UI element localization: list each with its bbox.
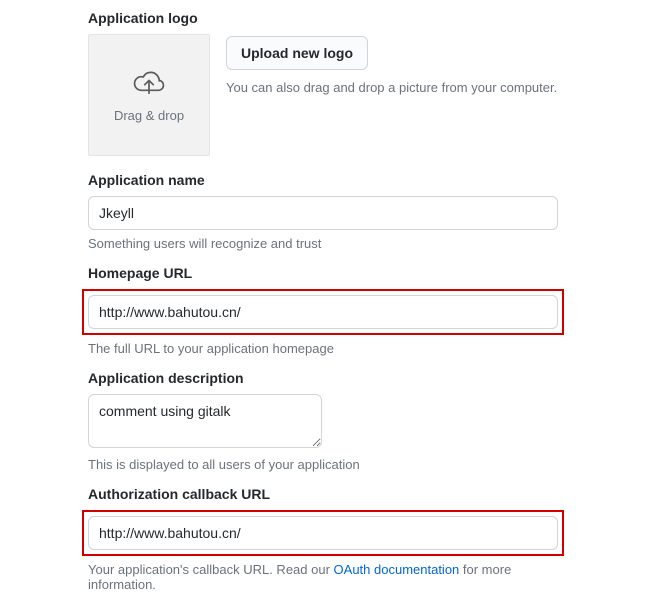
logo-drop-zone[interactable]: Drag & drop <box>88 34 210 156</box>
description-textarea[interactable] <box>88 394 322 448</box>
logo-row: Drag & drop Upload new logo You can also… <box>88 34 558 156</box>
callback-hint-prefix: Your application's callback URL. Read ou… <box>88 562 334 577</box>
oauth-docs-link[interactable]: OAuth documentation <box>334 562 460 577</box>
app-name-hint: Something users will recognize and trust <box>88 236 558 251</box>
app-name-input[interactable] <box>88 196 558 230</box>
app-name-block: Application name Something users will re… <box>88 172 558 251</box>
homepage-highlight <box>82 289 564 335</box>
app-name-label: Application name <box>88 172 558 188</box>
drop-zone-label: Drag & drop <box>114 108 184 123</box>
oauth-app-form: Application logo Drag & drop Upload new … <box>0 0 646 612</box>
upload-column: Upload new logo You can also drag and dr… <box>226 34 557 95</box>
description-hint: This is displayed to all users of your a… <box>88 457 558 472</box>
homepage-block: Homepage URL The full URL to your applic… <box>88 265 558 356</box>
callback-block: Authorization callback URL Your applicat… <box>88 486 558 592</box>
description-label: Application description <box>88 370 558 386</box>
callback-highlight <box>82 510 564 556</box>
callback-hint: Your application's callback URL. Read ou… <box>88 562 558 592</box>
callback-url-input[interactable] <box>88 516 558 550</box>
homepage-label: Homepage URL <box>88 265 558 281</box>
upload-logo-button[interactable]: Upload new logo <box>226 36 368 70</box>
cloud-upload-icon <box>132 68 166 98</box>
description-block: Application description This is displaye… <box>88 370 558 472</box>
upload-hint: You can also drag and drop a picture fro… <box>226 80 557 95</box>
homepage-hint: The full URL to your application homepag… <box>88 341 558 356</box>
callback-label: Authorization callback URL <box>88 486 558 502</box>
logo-label: Application logo <box>88 10 558 26</box>
homepage-url-input[interactable] <box>88 295 558 329</box>
